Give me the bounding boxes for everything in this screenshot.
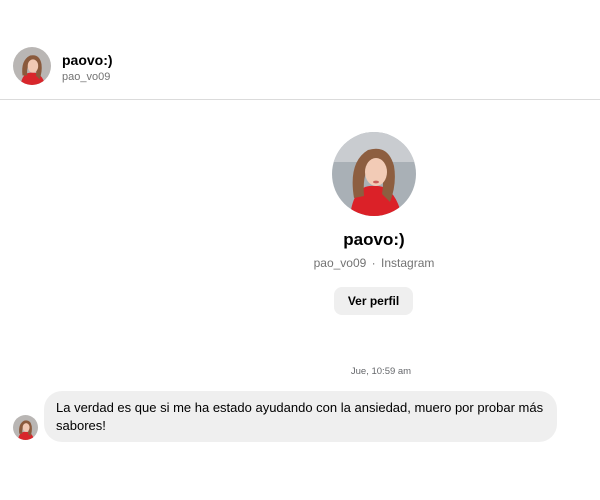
profile-platform: Instagram [381,256,435,270]
header-display-name[interactable]: paovo:) [62,52,113,68]
header-username: pao_vo09 [62,71,111,83]
header-avatar[interactable] [13,47,51,85]
profile-separator: · [371,256,376,270]
profile-username: pao_vo09 [313,256,367,270]
message-timestamp: Jue, 10:59 am [350,366,412,377]
avatar-photo-icon [13,47,51,85]
view-profile-button[interactable]: Ver perfil [334,287,413,315]
message-bubble[interactable]: La verdad es que si me ha estado ayudand… [44,391,557,442]
profile-avatar[interactable] [332,132,416,216]
avatar-photo-icon [13,415,38,440]
profile-subtitle: pao_vo09 · Instagram [274,256,474,270]
profile-photo-icon [332,132,416,216]
message-sender-avatar[interactable] [13,415,38,440]
profile-display-name: paovo:) [343,230,405,249]
chat-header: paovo:) pao_vo09 [0,0,600,100]
